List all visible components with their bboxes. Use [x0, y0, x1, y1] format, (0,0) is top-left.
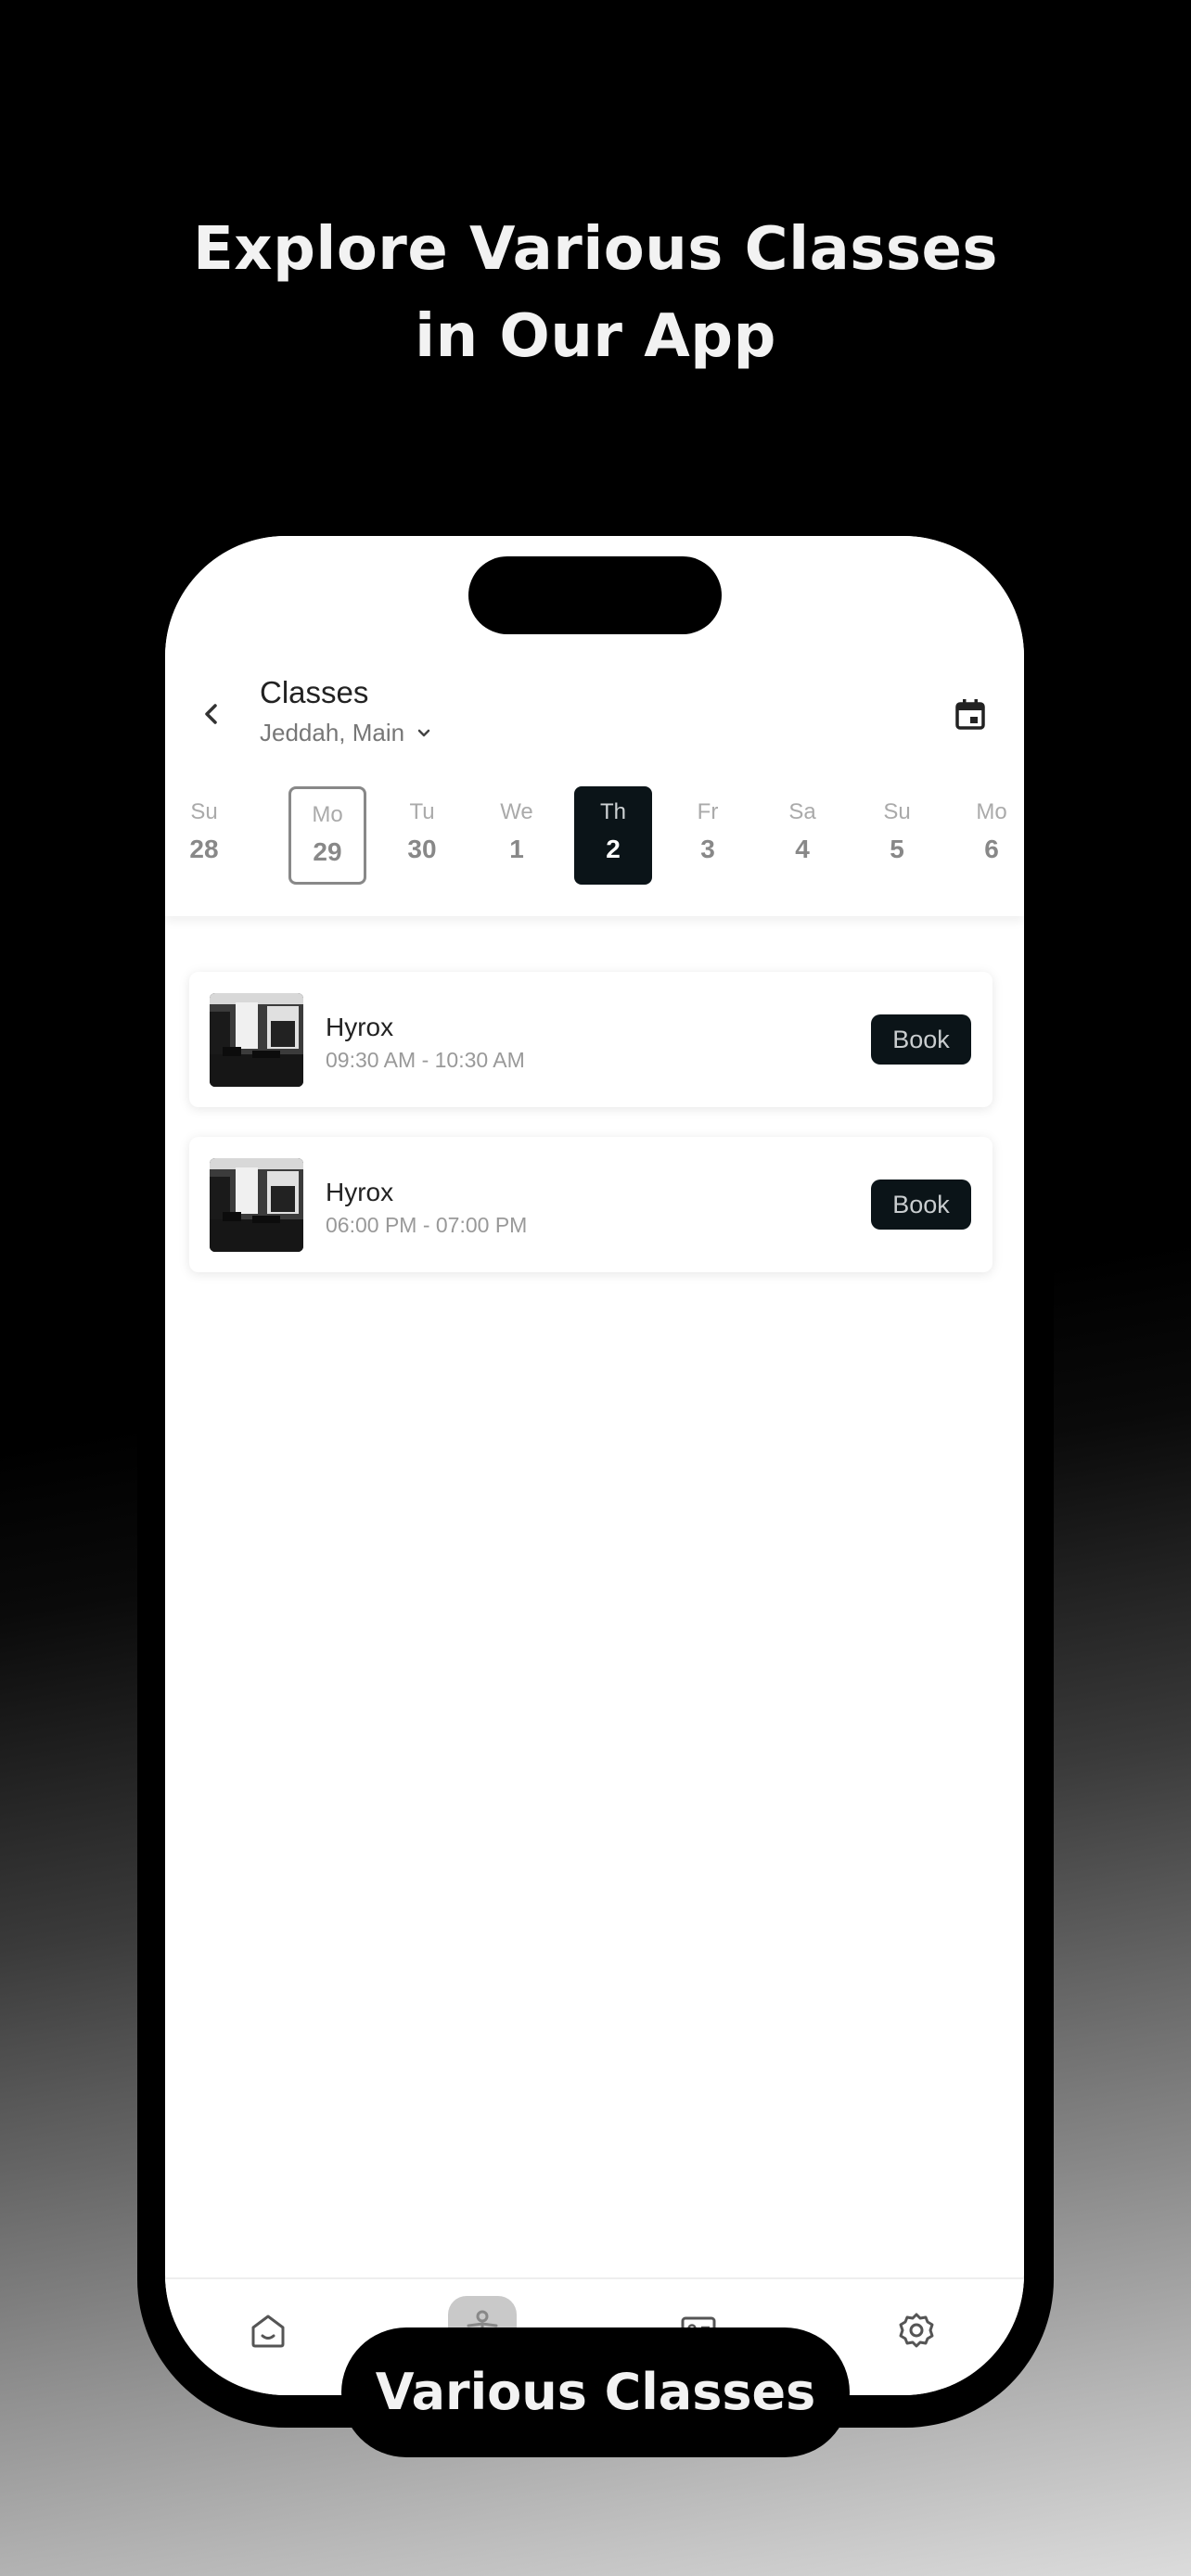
headline-line-2: in Our App: [415, 302, 776, 371]
day-name: Su: [190, 799, 218, 824]
day-th-2[interactable]: Th 2: [574, 786, 652, 885]
dynamic-island: [468, 556, 722, 634]
day-name: Th: [599, 799, 626, 824]
day-su-28[interactable]: Su 28: [165, 786, 243, 885]
class-time: 06:00 PM - 07:00 PM: [326, 1213, 528, 1237]
day-date: 4: [795, 835, 810, 863]
back-button[interactable]: [193, 695, 230, 733]
class-name: Hyrox: [326, 1178, 394, 1206]
day-name: Tu: [409, 799, 435, 824]
day-name: Mo: [312, 802, 343, 827]
book-button[interactable]: Book: [871, 1180, 971, 1230]
day-sa-4[interactable]: Sa 4: [763, 786, 841, 885]
book-button[interactable]: Book: [871, 1014, 971, 1065]
calendar-button[interactable]: [952, 695, 989, 733]
day-date: 5: [890, 835, 904, 863]
page-title: Classes: [260, 675, 369, 709]
nav-settings[interactable]: [893, 2307, 940, 2353]
day-date: 3: [700, 835, 715, 863]
chevron-down-icon: [417, 729, 430, 736]
day-strip: Su 28 Mo 29 Tu 30 We 1 Th 2 Fr 3 Sa 4 Su…: [165, 786, 1024, 888]
location-label: Jeddah, Main: [260, 719, 405, 746]
calendar-icon: [955, 699, 985, 730]
class-thumbnail: [210, 993, 303, 1087]
class-time: 09:30 AM - 10:30 AM: [326, 1048, 525, 1072]
caption-badge: Various Classes: [341, 2327, 850, 2457]
day-tu-30[interactable]: Tu 30: [383, 786, 461, 885]
day-name: Mo: [976, 799, 1007, 824]
class-card[interactable]: Hyrox 09:30 AM - 10:30 AM Book: [189, 972, 992, 1107]
class-name: Hyrox: [326, 1013, 394, 1041]
day-date: 29: [313, 837, 342, 866]
day-date: 1: [509, 835, 524, 863]
app-screen: Classes Jeddah, Main Su 28 Mo 29 Tu 30 W…: [165, 536, 1024, 2395]
class-card[interactable]: Hyrox 06:00 PM - 07:00 PM Book: [189, 1137, 992, 1272]
day-date: 28: [189, 835, 219, 863]
day-date: 30: [407, 835, 437, 863]
day-fr-3[interactable]: Fr 3: [669, 786, 747, 885]
day-su-5[interactable]: Su 5: [858, 786, 936, 885]
day-date: 2: [606, 835, 621, 863]
phone-frame: Classes Jeddah, Main Su 28 Mo 29 Tu 30 W…: [137, 527, 1054, 2428]
day-date: 6: [984, 835, 999, 863]
home-icon: [251, 2315, 285, 2348]
day-name: We: [500, 799, 533, 824]
day-mo-6[interactable]: Mo 6: [953, 786, 1024, 885]
day-name: Sa: [788, 799, 816, 824]
day-we-1[interactable]: We 1: [478, 786, 556, 885]
location-selector[interactable]: Jeddah, Main: [260, 719, 432, 747]
gear-icon: [899, 2313, 934, 2348]
headline: Explore Various Classes in Our App: [0, 206, 1191, 380]
nav-home[interactable]: [245, 2307, 291, 2353]
class-thumbnail: [210, 1158, 303, 1252]
headline-line-1: Explore Various Classes: [193, 215, 998, 284]
chevron-left-icon: [205, 704, 217, 724]
day-name: Su: [883, 799, 911, 824]
day-name: Fr: [697, 799, 719, 824]
day-mo-29[interactable]: Mo 29: [288, 786, 366, 885]
